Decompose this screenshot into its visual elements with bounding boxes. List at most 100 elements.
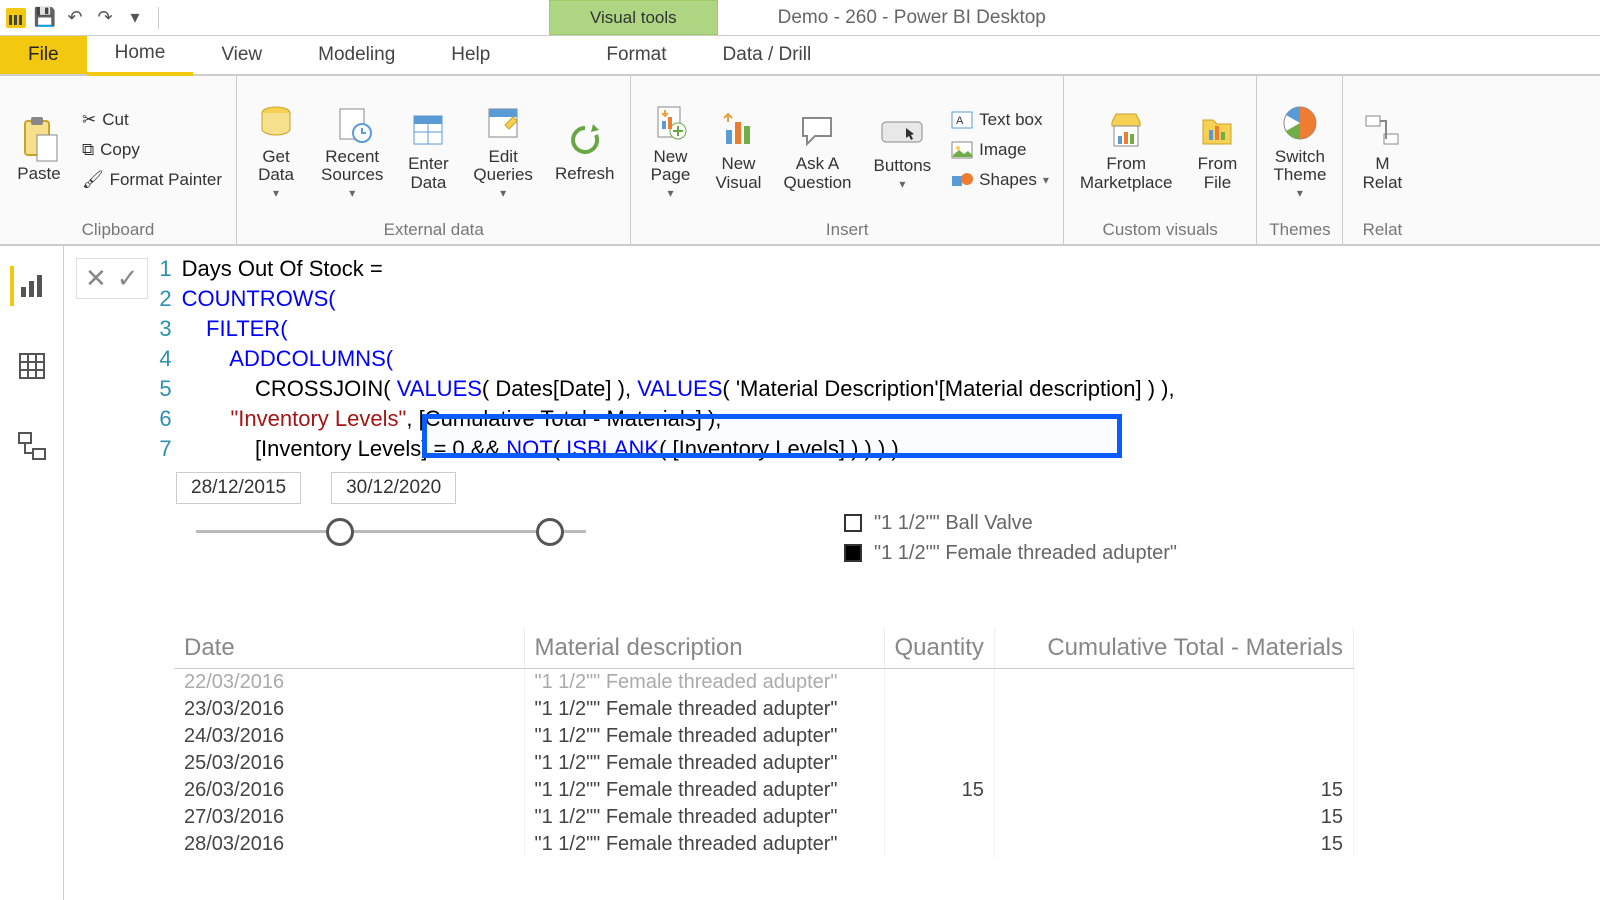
slider-handle-end[interactable] [536,518,564,546]
recent-sources-button[interactable]: Recent Sources [315,96,389,205]
relationships-button[interactable]: M Relat [1353,103,1411,196]
svg-text:A: A [956,115,964,127]
group-custom-visuals: From Marketplace From File Custom visual… [1064,76,1258,244]
slicer-end-date[interactable]: 30/12/2020 [331,472,456,504]
table-row[interactable]: 24/03/2016"1 1/2"" Female threaded adupt… [174,723,1354,750]
copy-button[interactable]: ⧉Copy [78,138,226,162]
enter-data-icon [405,107,451,153]
separator [158,7,159,29]
brush-icon: 🖌 [82,170,104,190]
col-material[interactable]: Material description [524,628,884,669]
table-row[interactable]: 22/03/2016"1 1/2"" Female threaded adupt… [174,669,1354,697]
tab-format[interactable]: Format [578,36,694,74]
legend-swatch-empty [844,514,862,532]
marketplace-icon [1103,107,1149,153]
textbox-icon: A [951,111,973,129]
formula-bar[interactable]: ✕ ✓ 1Days Out Of Stock = 2COUNTROWS( 3 F… [76,254,1588,464]
group-relationships: M Relat Relat [1343,76,1421,244]
table-row[interactable]: 23/03/2016"1 1/2"" Female threaded adupt… [174,696,1354,723]
group-label-insert: Insert [641,218,1052,242]
format-painter-button[interactable]: 🖌Format Painter [78,168,226,192]
refresh-icon [562,117,608,163]
relationships-icon [1359,107,1405,153]
copy-icon: ⧉ [82,140,94,160]
from-file-button[interactable]: From File [1188,103,1246,196]
textbox-button[interactable]: AText box [947,108,1053,132]
buttons-button[interactable]: Buttons [868,105,938,195]
date-slicer-values: 28/12/2015 30/12/2020 [176,472,1588,504]
paste-button[interactable]: Paste [10,113,68,188]
cut-icon: ✂ [82,110,96,130]
group-label-external: External data [247,218,620,242]
recent-icon [329,100,375,146]
chart-legend: "1 1/2"" Ball Valve "1 1/2"" Female thre… [844,508,1177,568]
group-clipboard: Paste ✂Cut ⧉Copy 🖌Format Painter Clipboa… [0,76,237,244]
paste-icon [16,117,62,163]
from-file-icon [1194,107,1240,153]
group-external-data: Get Data Recent Sources Enter Data Edit … [237,76,631,244]
legend-swatch-filled [844,544,862,562]
group-themes: Switch Theme Themes [1257,76,1343,244]
slicer-start-date[interactable]: 28/12/2015 [176,472,301,504]
quick-access-toolbar: 💾 ↶ ↷ ▾ [0,0,169,35]
buttons-icon [879,109,925,155]
commit-formula-icon[interactable]: ✓ [117,263,139,294]
get-data-icon [253,100,299,146]
image-button[interactable]: Image [947,138,1053,162]
ribbon-tabs: File Home View Modeling Help Format Data… [0,36,1600,76]
title-bar: 💾 ↶ ↷ ▾ Visual tools Demo - 260 - Power … [0,0,1600,36]
table-row[interactable]: 27/03/2016"1 1/2"" Female threaded adupt… [174,804,1354,831]
edit-queries-icon [480,100,526,146]
data-table-visual[interactable]: Date Material description Quantity Cumul… [174,628,1410,858]
tab-data-drill[interactable]: Data / Drill [695,36,840,74]
tab-modeling[interactable]: Modeling [290,36,423,74]
redo-icon[interactable]: ↷ [94,7,116,29]
tab-view[interactable]: View [193,36,290,74]
new-visual-icon [715,107,761,153]
data-view-icon[interactable] [12,346,52,386]
theme-icon [1277,100,1323,146]
save-icon[interactable]: 💾 [34,7,56,29]
col-date[interactable]: Date [174,628,524,669]
tab-home[interactable]: Home [87,34,194,76]
slider-track [196,530,586,533]
report-view-icon[interactable] [10,266,50,306]
group-label-custom: Custom visuals [1074,218,1247,242]
legend-item-2[interactable]: "1 1/2"" Female threaded adupter" [844,538,1177,568]
ask-question-button[interactable]: Ask A Question [777,103,857,196]
new-visual-button[interactable]: New Visual [709,103,767,196]
col-cumulative[interactable]: Cumulative Total - Materials [994,628,1353,669]
slider-handle-start[interactable] [326,518,354,546]
refresh-button[interactable]: Refresh [549,113,621,188]
shapes-icon [951,171,973,189]
edit-queries-button[interactable]: Edit Queries [467,96,539,205]
ribbon: Paste ✂Cut ⧉Copy 🖌Format Painter Clipboa… [0,76,1600,246]
table-row[interactable]: 28/03/2016"1 1/2"" Female threaded adupt… [174,831,1354,858]
shapes-button[interactable]: Shapes [947,168,1053,192]
ask-icon [794,107,840,153]
undo-icon[interactable]: ↶ [64,7,86,29]
date-slicer-slider[interactable] [176,512,606,552]
dax-editor[interactable]: 1Days Out Of Stock = 2COUNTROWS( 3 FILTE… [158,254,1175,464]
from-marketplace-button[interactable]: From Marketplace [1074,103,1179,196]
paste-label: Paste [17,165,60,184]
left-nav-rail [0,246,64,900]
group-label-themes: Themes [1267,218,1332,242]
legend-item-1[interactable]: "1 1/2"" Ball Valve [844,508,1177,538]
cancel-formula-icon[interactable]: ✕ [85,263,107,294]
cut-button[interactable]: ✂Cut [78,108,226,132]
window-title: Demo - 260 - Power BI Desktop [718,0,1600,35]
new-page-button[interactable]: New Page [641,96,699,205]
tab-file[interactable]: File [0,36,87,74]
enter-data-button[interactable]: Enter Data [399,103,457,196]
qat-dropdown-icon[interactable]: ▾ [124,7,146,29]
get-data-button[interactable]: Get Data [247,96,305,205]
formula-bar-buttons: ✕ ✓ [76,258,148,299]
table-row[interactable]: 25/03/2016"1 1/2"" Female threaded adupt… [174,750,1354,777]
table-row[interactable]: 26/03/2016"1 1/2"" Female threaded adupt… [174,777,1354,804]
switch-theme-button[interactable]: Switch Theme [1267,96,1332,205]
tab-help[interactable]: Help [423,36,518,74]
col-quantity[interactable]: Quantity [884,628,994,669]
model-view-icon[interactable] [12,426,52,466]
new-page-icon [647,100,693,146]
